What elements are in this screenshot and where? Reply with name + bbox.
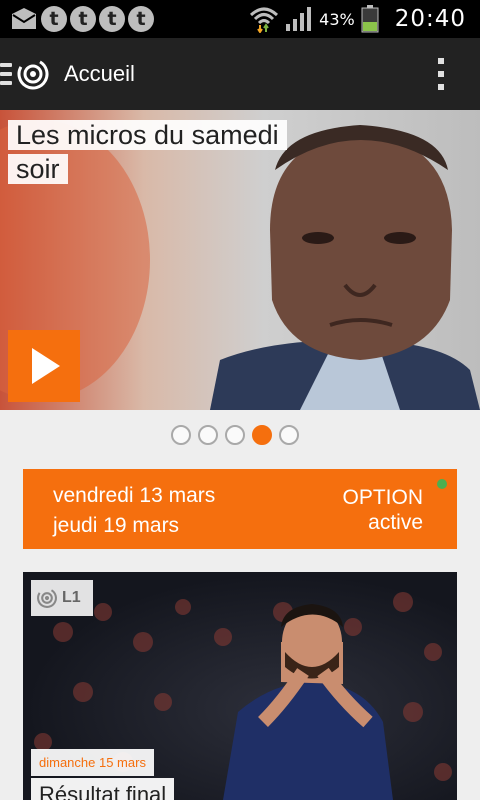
t-icon: t (41, 6, 67, 32)
carousel-dot[interactable] (252, 425, 272, 445)
option-status: OPTION active (342, 485, 423, 535)
status-indicator-dot (437, 479, 447, 489)
league-badge-label: L1 (62, 589, 81, 606)
option-status-value: active (368, 511, 423, 534)
status-bar: t t t t 43% 20:40 (0, 0, 480, 38)
carousel-dot[interactable] (198, 425, 218, 445)
option-banner[interactable]: vendredi 13 mars jeudi 19 mars OPTION ac… (23, 469, 457, 549)
carousel-dot[interactable] (171, 425, 191, 445)
page-title: Accueil (64, 61, 135, 86)
battery-icon (361, 5, 379, 33)
league-badge: L1 (31, 580, 93, 616)
t-icon: t (70, 6, 96, 32)
option-dates: vendredi 13 mars jeudi 19 mars (53, 481, 215, 541)
wifi-icon (250, 7, 279, 33)
play-icon[interactable] (8, 330, 80, 402)
action-bar: Accueil (0, 38, 480, 110)
option-status-label: OPTION (342, 486, 423, 509)
ligue1-logo[interactable] (17, 58, 49, 90)
option-date-end: jeudi 19 mars (53, 514, 180, 537)
carousel-dot[interactable] (279, 425, 299, 445)
ligue1-logo (37, 588, 57, 608)
mail-icon (12, 8, 36, 29)
t-icon: t (99, 6, 125, 32)
option-date-start: vendredi 13 mars (53, 484, 216, 507)
overflow-menu-icon[interactable] (438, 58, 444, 90)
match-card[interactable]: L1 dimanche 15 mars Résultat final (23, 572, 457, 800)
match-date: dimanche 15 mars (31, 749, 154, 776)
hero-banner[interactable]: Les micros du samedi soir (0, 110, 480, 410)
signal-icon (286, 7, 312, 31)
hero-title: Les micros du samedi soir (8, 118, 298, 186)
t-icon: t (128, 6, 154, 32)
clock: 20:40 (394, 6, 466, 32)
battery-percent: 43% (319, 9, 355, 29)
match-result-title: Résultat final (31, 778, 175, 800)
drawer-menu-icon[interactable] (0, 63, 12, 85)
notification-icons: t t t t (0, 6, 154, 32)
carousel-indicator (171, 425, 299, 445)
carousel-dot[interactable] (225, 425, 245, 445)
